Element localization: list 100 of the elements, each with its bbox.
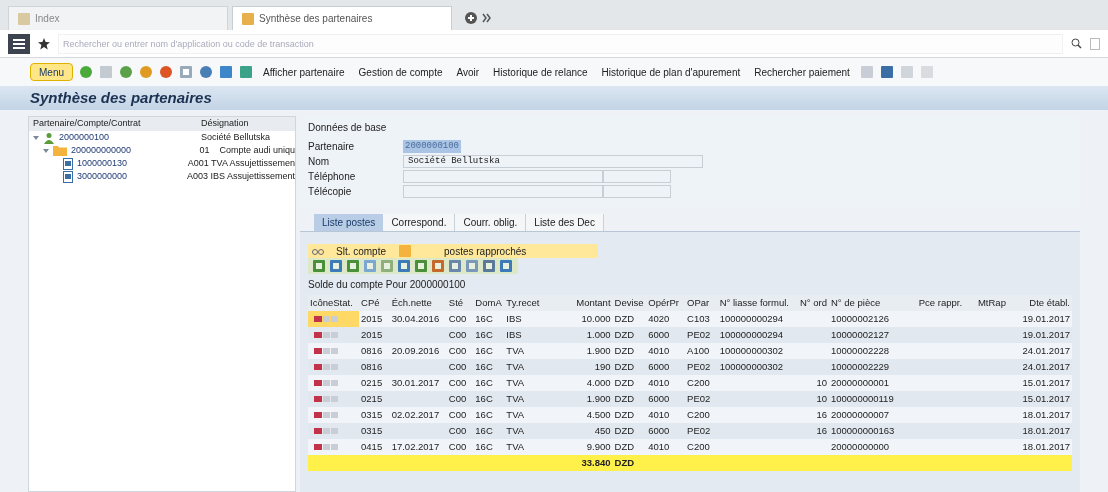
table-cell: C200 [687,376,710,388]
column-header[interactable]: Sté [446,295,474,311]
table-cell: A100 [687,344,710,356]
input-field[interactable] [603,185,671,198]
add-tab-icon[interactable] [464,11,478,25]
menu-icon[interactable] [8,33,30,54]
browser-tab[interactable]: Synthèse des partenaires [232,6,452,30]
table-cell: TVA [506,392,525,404]
toolbar-button[interactable]: Historique de plan d'apurement [597,64,745,80]
column-header[interactable]: Devise [612,295,647,311]
status-icon [314,380,340,386]
table-cell: 15.01.2017 [1022,376,1070,388]
toolbar-button[interactable]: Rechercher paiement [750,64,854,80]
glasses-icon[interactable] [312,246,324,256]
column-header[interactable]: Ty.recet [504,295,556,311]
table-cell: 0315 [361,408,383,420]
table-cell: TVA [506,344,525,356]
input-field[interactable] [603,170,671,183]
designation-text: A003 IBS Assujettissement [185,169,295,183]
table-cell: 10000002127 [831,328,890,340]
tree-node-label[interactable]: 3000000000 [77,169,128,184]
status-icon [314,428,340,434]
column-header[interactable]: CPé [359,295,390,311]
tree-node-label[interactable]: 200000000000 [71,143,132,158]
search-icon[interactable] [1071,38,1082,49]
table-cell: DZD [614,312,635,324]
column-header[interactable]: N° de pièce [829,295,917,311]
table-cell: 24.01.2017 [1022,344,1070,356]
table-cell: 0315 [361,424,383,436]
table-cell: 30.01.2017 [391,376,440,388]
table-cell: C200 [687,440,710,452]
table-cell: 16C [475,392,493,404]
table-cell: TVA [506,440,525,452]
view-button[interactable]: Slt. compte [332,243,391,259]
balance-title: Solde du compte Pour 2000000100 [308,278,467,292]
table-cell: 10000002228 [831,344,890,356]
table-cell: 17.02.2017 [391,440,440,452]
column-header[interactable]: Désignation [197,117,253,131]
tree-node-label[interactable]: 2000000100 [59,130,110,145]
toolbar-button[interactable]: Gestion de compte [354,64,447,80]
table-cell: 20000000000 [831,440,890,452]
search-field[interactable]: Rechercher ou entrer nom d'application ou code de transaction [58,33,1063,54]
table-cell: 20000000001 [831,376,890,388]
table-cell: 16C [475,408,493,420]
column-header[interactable]: Montant [555,295,613,311]
toolbar-button[interactable]: Historique de relance [489,64,592,80]
table-cell: PE02 [687,328,711,340]
tab[interactable]: Liste des Dec [526,214,604,231]
table-cell: C103 [687,312,710,324]
table-cell: C00 [448,344,467,356]
table-cell: 100000000119 [831,392,894,404]
table-cell: DZD [614,376,635,388]
star-icon[interactable] [38,37,50,50]
table-cell: 18.01.2017 [1022,424,1070,436]
table-cell: 1.900 [586,344,611,356]
column-header[interactable]: OpérPr [646,295,686,311]
table-cell: 10 [816,392,827,404]
view-button[interactable]: postes rapprochés [420,243,551,259]
column-header[interactable]: Pce rappr. [916,295,976,311]
panel-icon[interactable] [1090,37,1100,50]
table-cell: 9.900 [586,440,611,452]
chevrons-icon[interactable] [482,13,492,23]
table-cell: 100000000163 [831,424,895,436]
column-header[interactable]: Partenaire/Compte/Contrat [29,117,197,131]
status-icon [314,412,340,418]
table-cell: 10000002126 [831,312,890,324]
table-cell: 6000 [648,392,670,404]
table-cell: C00 [448,440,467,452]
tab[interactable]: Correspond. [383,214,456,231]
menu-button[interactable]: Menu [30,63,73,81]
status-cell[interactable] [308,311,360,327]
page-title: Synthèse des partenaires [30,87,212,108]
tree-node-label[interactable]: 1000000130 [77,156,128,171]
column-header[interactable]: IcôneStat. [308,295,360,311]
column-header[interactable]: N° liasse formul. [717,295,798,311]
input-field[interactable] [403,170,603,183]
table-cell: C00 [448,424,467,436]
table-cell: 1.900 [586,392,611,404]
input-field[interactable] [403,185,603,198]
column-header[interactable]: DomA [473,295,505,311]
tab[interactable]: Courr. oblig. [455,214,527,231]
tab[interactable]: Liste postes [314,214,384,231]
table-cell: 0415 [361,440,383,452]
table-cell: 4010 [648,376,670,388]
field-label: Nom [308,155,331,169]
column-header[interactable]: MtRap [975,295,1011,311]
input-field[interactable]: Société Bellutska [403,155,703,168]
table-cell: 20000000007 [831,408,890,420]
toolbar-button[interactable]: Avoir [452,64,484,80]
column-header[interactable]: Dte établ. [1010,295,1072,311]
column-header[interactable]: Éch.nette [389,295,447,311]
table-cell: 100000000302 [719,360,784,372]
column-header[interactable]: OPar [685,295,718,311]
table-cell: 6000 [648,328,670,340]
toolbar-button[interactable]: Afficher partenaire [259,64,349,80]
table-cell: 18.01.2017 [1022,408,1070,420]
person-icon [43,131,55,144]
table-cell: DZD [614,344,635,356]
column-header[interactable]: N° ord [797,295,829,311]
table-cell: TVA [506,408,525,420]
